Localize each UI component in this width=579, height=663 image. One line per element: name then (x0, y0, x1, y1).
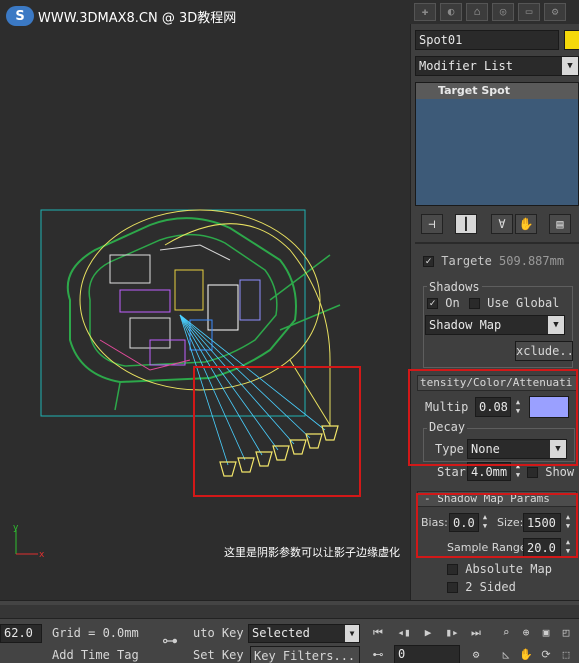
modifier-list-dropdown[interactable]: Modifier List ▼ (415, 56, 579, 76)
go-to-start-icon[interactable]: ⏮ (368, 623, 388, 642)
utilities-tab-icon[interactable]: ⚙ (544, 3, 566, 21)
zoom-extents-all-icon[interactable]: ◰ (556, 623, 576, 642)
modifier-list-label: Modifier List (419, 59, 513, 73)
auto-key-button[interactable]: uto Key (193, 624, 244, 643)
target-row: ✓ Targete 509.887mm (423, 254, 564, 268)
command-panel-tabs: ✚ ◐ ⌂ ◎ ▭ ⚙ (410, 0, 579, 24)
pin-stack-icon[interactable]: ⊣ (421, 214, 443, 234)
shadows-on-label: On (445, 296, 460, 310)
current-frame-field[interactable]: 0 (394, 645, 460, 663)
maximize-viewport-icon[interactable]: ⬚ (556, 645, 576, 663)
shadow-type-dropdown[interactable]: Shadow Map ▼ (425, 315, 565, 335)
set-key-button[interactable]: Set Key (193, 646, 244, 663)
selected-dropdown[interactable]: Selected ▼ (248, 624, 360, 643)
road-outline-inner (88, 233, 278, 367)
time-config-icon[interactable]: ⚙ (466, 645, 486, 663)
shadow-type-value: Shadow Map (429, 318, 502, 332)
target-checkbox[interactable]: ✓ (423, 256, 434, 267)
road-spur-1 (269, 254, 331, 301)
chevron-down-icon: ▼ (562, 57, 578, 75)
selected-value: Selected (252, 626, 310, 640)
perspective-viewport[interactable]: S WWW.3DMAX8.CN @ 3D教程网 这里是阴影参数可以让影子边缘虚化… (0, 0, 410, 600)
two-sided-checkbox[interactable] (447, 582, 458, 593)
use-global-checkbox[interactable] (468, 298, 480, 309)
road-spur-3 (114, 382, 121, 411)
key-filters-button[interactable]: Key Filters... (250, 646, 360, 663)
highlight-box-cones (193, 366, 361, 497)
make-unique-icon[interactable]: ∀ (491, 214, 513, 234)
show-end-result-icon[interactable]: ┃ (455, 214, 477, 234)
zoom-icon[interactable]: ⌕ (496, 623, 516, 642)
target-distance: 509.887mm (499, 254, 565, 268)
key-icon[interactable]: ⊶ (156, 631, 184, 650)
stack-item-target-spot[interactable]: Target Spot (416, 83, 578, 99)
chevron-down-icon: ▼ (548, 316, 564, 334)
object-color-swatch[interactable] (564, 30, 579, 50)
shadows-on-checkbox[interactable]: ✓ (427, 298, 438, 309)
zoom-extents-icon[interactable]: ▣ (536, 623, 556, 642)
axis-gizmo: y x (13, 524, 45, 560)
motion-tab-icon[interactable]: ◎ (492, 3, 514, 21)
highlight-box-shadow-map (416, 493, 578, 558)
absolute-map-checkbox[interactable] (447, 564, 458, 575)
show-checkbox[interactable] (527, 467, 538, 478)
two-sided-row: 2 Sided (447, 580, 516, 594)
watermark-text: WWW.3DMAX8.CN @ 3D教程网 (38, 10, 237, 26)
absolute-map-label: Absolute Map (465, 562, 552, 576)
annotation-text: 这里是阴影参数可以让影子边缘虚化 (224, 546, 400, 559)
axis-x-label: x (39, 550, 45, 560)
highlight-box-intensity (408, 369, 578, 466)
add-time-tag-button[interactable]: Add Time Tag (52, 646, 139, 663)
go-to-end-icon[interactable]: ⏭ (466, 623, 486, 642)
play-icon[interactable]: ▶ (418, 623, 438, 642)
zoom-all-icon[interactable]: ⊕ (516, 623, 536, 642)
exclude-button[interactable]: xclude.. (515, 341, 574, 361)
next-frame-icon[interactable]: ▮▸ (442, 623, 462, 642)
remove-modifier-icon[interactable]: ✋ (515, 214, 537, 234)
configure-sets-icon[interactable]: ▤ (549, 214, 571, 234)
orbit-icon[interactable]: ⟳ (536, 645, 556, 663)
show-label: Show (545, 465, 575, 479)
coordinate-field[interactable]: 62.0 (0, 624, 42, 643)
display-tab-icon[interactable]: ▭ (518, 3, 540, 21)
road-spur-2 (279, 304, 341, 331)
watermark: S WWW.3DMAX8.CN @ 3D教程网 (6, 6, 236, 26)
two-sided-label: 2 Sided (465, 580, 516, 594)
road-outline (66, 217, 297, 384)
modify-tab-icon[interactable]: ◐ (440, 3, 462, 21)
grid-label: Grid = 0.0mm (52, 626, 139, 640)
panel-divider (415, 242, 579, 244)
key-mode-icon[interactable]: ⊷ (368, 645, 388, 663)
site-logo-icon: S (6, 6, 34, 26)
create-tab-icon[interactable]: ✚ (414, 3, 436, 21)
start-label: Star (437, 465, 466, 479)
object-name-field[interactable]: Spot01 (415, 30, 559, 50)
axis-y-label: y (13, 524, 19, 533)
use-global-label: Use Global (487, 296, 560, 310)
bottom-status-bar: 62.0 Grid = 0.0mm Add Time Tag ⊶ uto Key… (0, 600, 579, 663)
modifier-stack[interactable]: Target Spot (415, 82, 579, 206)
show-row: Show (527, 465, 574, 479)
target-label: Targete (441, 254, 492, 268)
hierarchy-tab-icon[interactable]: ⌂ (466, 3, 488, 21)
pan-icon[interactable]: ✋ (516, 645, 536, 663)
chevron-down-icon: ▼ (345, 625, 359, 642)
previous-frame-icon[interactable]: ◂▮ (394, 623, 414, 642)
scene-drawing (40, 209, 341, 477)
absolute-map-row: Absolute Map (447, 562, 552, 576)
shadows-on-row: ✓ On Use Global (427, 296, 559, 310)
time-slider-track[interactable] (0, 605, 579, 619)
field-of-view-icon[interactable]: ◺ (496, 645, 516, 663)
shadows-group-label: Shadows (427, 280, 482, 294)
